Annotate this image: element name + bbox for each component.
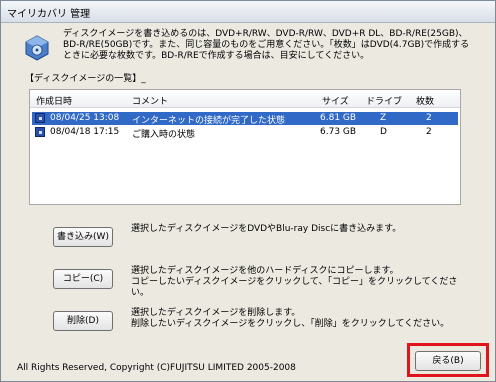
column-header-comment[interactable]: コメント [132,94,168,107]
table-row[interactable]: 08/04/25 13:08 インターネットの接続が完了した状態 6.81 GB… [32,112,458,126]
intro-text: ディスクイメージを書き込めるのは、DVD+R/RW、DVD-R/RW、DVD+R… [63,29,483,62]
window-title: マイリカバリ 管理 [7,9,91,20]
column-header-size[interactable]: サイズ [322,94,349,107]
copy-description: 選択したディスクイメージを他のハードディスクにコピーします。 コピーしたいディス… [131,266,471,299]
row-date: 08/04/18 17:15 [50,127,120,137]
row-size: 6.73 GB [320,127,357,137]
column-header-count[interactable]: 枚数 [416,94,434,107]
write-button[interactable]: 書き込み(W) [53,227,113,247]
disk-image-list[interactable]: 作成日時 コメント サイズ ドライブ 枚数 08/04/25 13:08 インタ… [29,89,461,205]
row-count: 2 [426,113,432,123]
write-description-line: 選択したディスクイメージをDVDやBlu-ray Discに書き込みます。 [131,224,402,234]
intro-line: BD-R/RE(50GB)です。また、同じ容量のものをご用意ください。「枚数」は… [63,40,470,50]
disk-image-icon [35,127,45,137]
copy-description-line: 選択したディスクイメージを他のハードディスクにコピーします。 [131,266,399,276]
my-recovery-window: マイリカバリ 管理 ディスクイメージを書き込めるのは、DVD+R/RW、DVD-… [0,0,496,382]
disk-image-list-label: 【ディスクイメージの一覧】_ [25,74,146,84]
disk-image-icon [35,113,45,123]
write-description: 選択したディスクイメージをDVDやBlu-ray Discに書き込みます。 [131,224,471,235]
row-comment: ご購入時の状態 [132,130,196,140]
row-size: 6.81 GB [320,113,357,123]
column-header-date[interactable]: 作成日時 [36,94,72,107]
row-drive: Z [380,113,387,123]
copy-button[interactable]: コピー(C) [53,269,113,289]
copyright-text: All Rights Reserved, Copyright (C)FUJITS… [17,363,296,373]
intro-line: ディスクイメージを書き込めるのは、DVD+R/RW、DVD-R/RW、DVD+R… [63,29,468,39]
row-drive: D [380,127,387,137]
copy-description-line: コピーしたいディスクイメージをクリックして、「コピー」をクリックしてください。 [131,277,458,298]
delete-description: 選択したディスクイメージを削除します。 削除したいディスクイメージをクリックし、… [131,308,471,330]
delete-description-line: 削除したいディスクイメージをクリックし、「削除」をクリックしてください。 [131,319,450,329]
delete-description-line: 選択したディスクイメージを削除します。 [131,308,301,318]
back-button[interactable]: 戻る(B) [415,351,481,371]
window-content: ディスクイメージを書き込めるのは、DVD+R/RW、DVD-R/RW、DVD+R… [5,23,491,379]
delete-button[interactable]: 削除(D) [53,311,113,331]
title-bar: マイリカバリ 管理 [1,1,495,23]
column-header-drive[interactable]: ドライブ [366,94,402,107]
disc-image-icon [25,35,49,61]
intro-line: ときに必要な枚数です。BD-R/REで作成する場合は、目安にしてください。 [63,51,370,61]
row-comment: インターネットの接続が完了した状態 [132,116,286,126]
row-date: 08/04/25 13:08 [50,113,120,123]
table-row[interactable]: 08/04/18 17:15 ご購入時の状態 6.73 GB D 2 [32,126,458,140]
row-count: 2 [426,127,432,137]
list-header: 作成日時 コメント サイズ ドライブ 枚数 [30,90,460,108]
